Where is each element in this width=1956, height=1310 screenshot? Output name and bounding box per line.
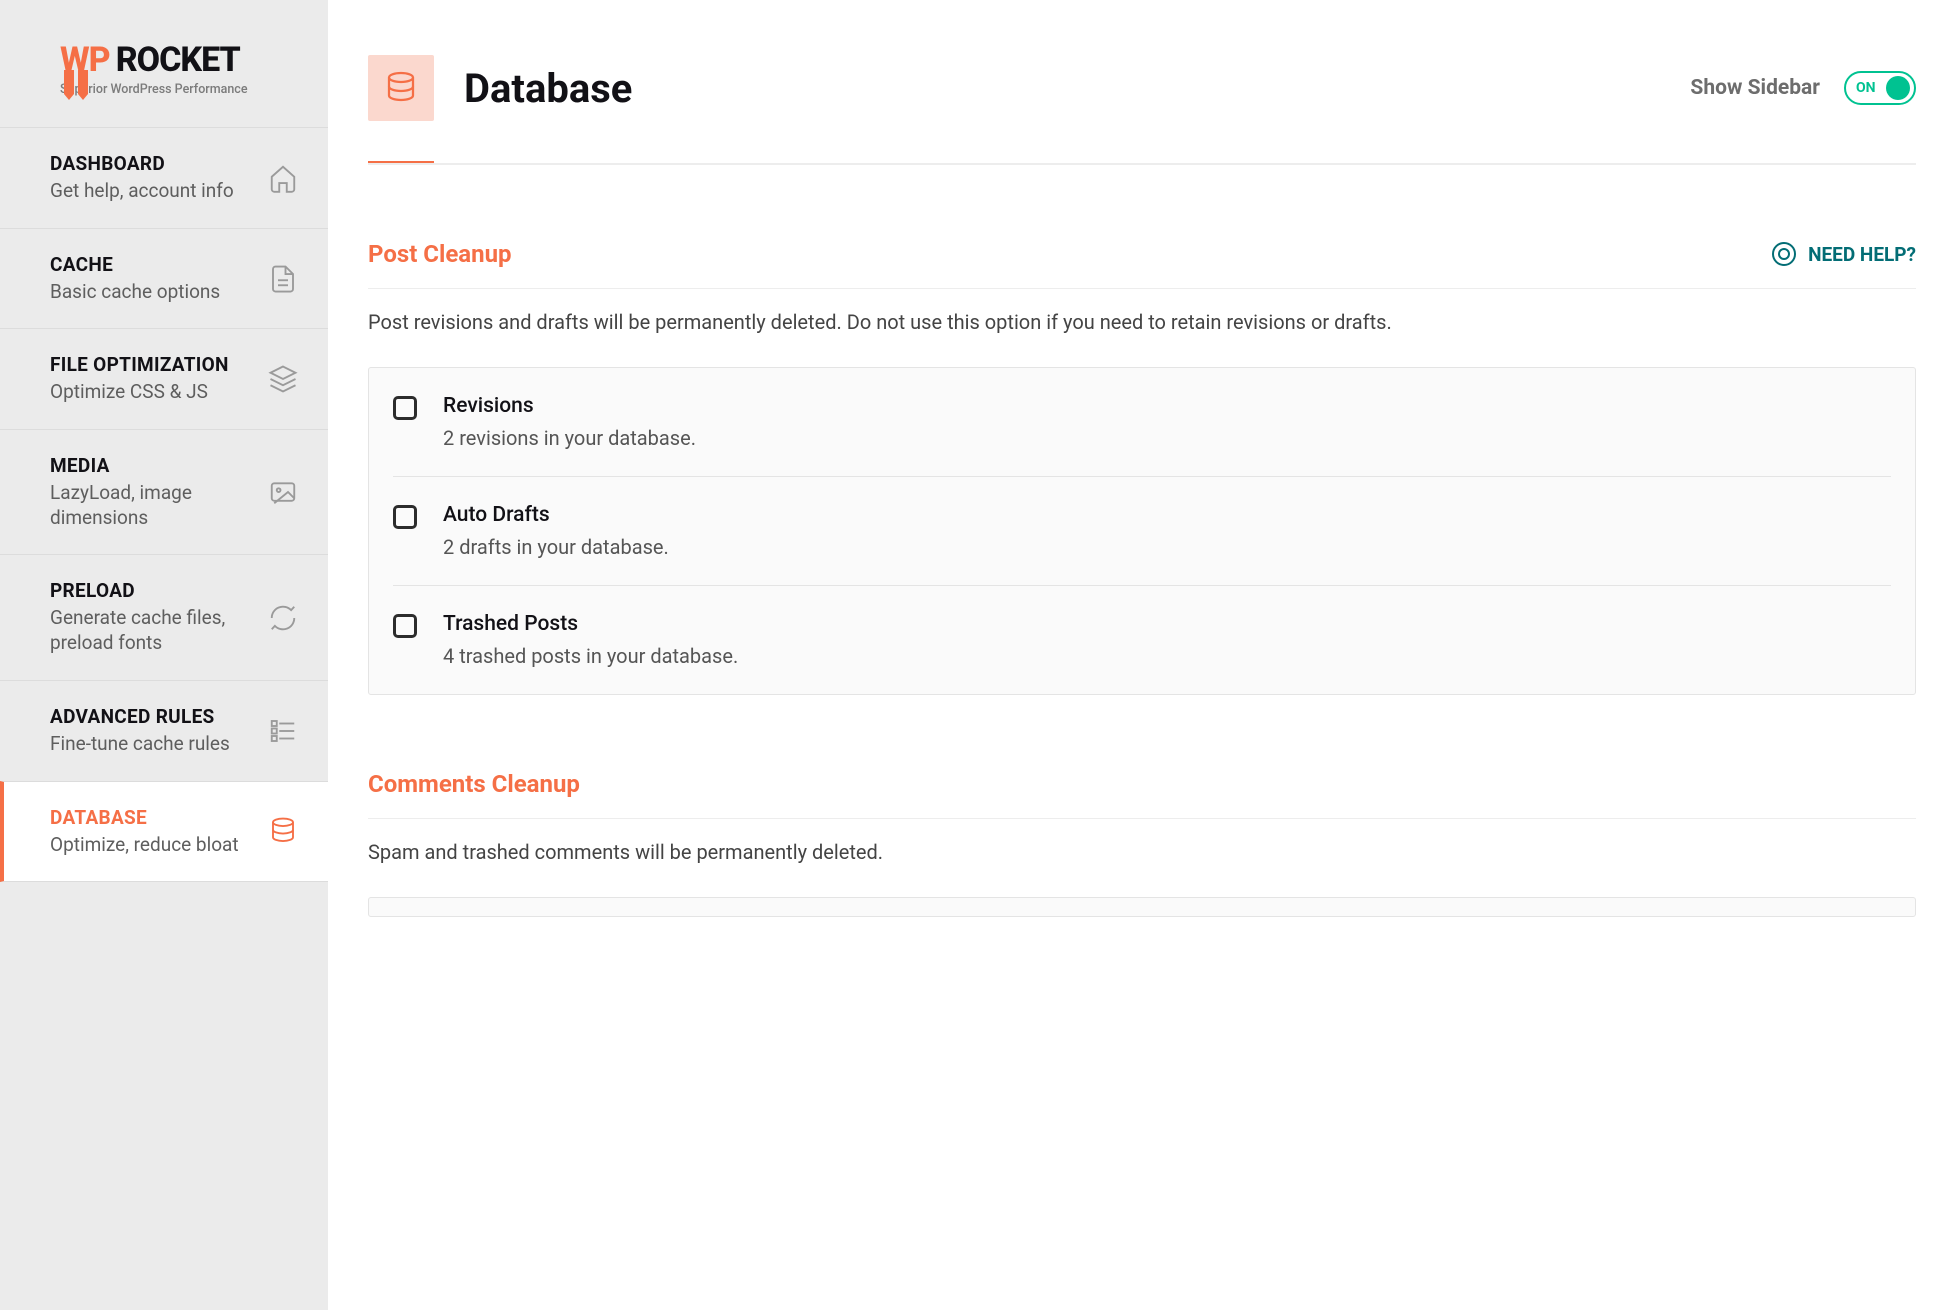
nav-desc: Basic cache options bbox=[50, 280, 220, 305]
sidebar-item-dashboard[interactable]: DASHBOARD Get help, account info bbox=[0, 127, 328, 228]
section-comments-cleanup: Comments Cleanup Spam and trashed commen… bbox=[368, 770, 1916, 917]
logo-rocket: ROCKET bbox=[116, 40, 240, 80]
need-help-label: NEED HELP? bbox=[1808, 243, 1916, 266]
sidebar: WP ROCKET Superior WordPress Performance… bbox=[0, 0, 328, 1310]
home-icon bbox=[268, 163, 298, 193]
nav-title: DASHBOARD bbox=[50, 152, 234, 175]
nav-title: CACHE bbox=[50, 253, 220, 276]
sidebar-item-preload[interactable]: PRELOAD Generate cache files, preload fo… bbox=[0, 554, 328, 679]
option-title: Revisions bbox=[443, 394, 1891, 418]
nav-desc: LazyLoad, image dimensions bbox=[50, 481, 240, 530]
section-title-post-cleanup: Post Cleanup bbox=[368, 240, 512, 268]
toggle-on-label: ON bbox=[1856, 80, 1876, 96]
sidebar-item-database[interactable]: DATABASE Optimize, reduce bloat bbox=[0, 781, 328, 883]
nav-title: MEDIA bbox=[50, 454, 240, 477]
database-icon-box bbox=[368, 55, 434, 121]
list-icon bbox=[268, 716, 298, 746]
nav-title: DATABASE bbox=[50, 806, 239, 829]
toggle-knob bbox=[1886, 76, 1910, 100]
image-icon bbox=[268, 477, 298, 507]
file-icon bbox=[268, 264, 298, 294]
option-title: Auto Drafts bbox=[443, 503, 1891, 527]
show-sidebar-label: Show Sidebar bbox=[1690, 76, 1820, 100]
database-icon bbox=[268, 816, 298, 846]
refresh-icon bbox=[268, 603, 298, 633]
checkbox-trashed-posts[interactable] bbox=[393, 614, 417, 638]
checkbox-revisions[interactable] bbox=[393, 396, 417, 420]
layers-icon bbox=[268, 364, 298, 394]
option-auto-drafts: Auto Drafts 2 drafts in your database. bbox=[393, 477, 1891, 586]
show-sidebar-toggle[interactable]: ON bbox=[1844, 71, 1916, 105]
option-desc: 2 drafts in your database. bbox=[443, 535, 1891, 559]
option-trashed-posts: Trashed Posts 4 trashed posts in your da… bbox=[393, 586, 1891, 694]
page-header: Database Show Sidebar ON bbox=[368, 55, 1916, 121]
section-post-cleanup: Post Cleanup NEED HELP? Post revisions a… bbox=[368, 240, 1916, 695]
option-title: Trashed Posts bbox=[443, 612, 1891, 636]
logo-tagline: Superior WordPress Performance bbox=[60, 82, 248, 97]
logo: WP ROCKET Superior WordPress Performance bbox=[0, 40, 328, 127]
nav-desc: Get help, account info bbox=[50, 179, 234, 204]
main-content: Database Show Sidebar ON Post Cleanup NE… bbox=[328, 0, 1956, 1310]
nav-desc: Optimize CSS & JS bbox=[50, 380, 229, 405]
nav-desc: Fine-tune cache rules bbox=[50, 732, 230, 757]
section-desc-comments-cleanup: Spam and trashed comments will be perman… bbox=[368, 837, 1916, 867]
help-icon bbox=[1772, 242, 1796, 266]
option-revisions: Revisions 2 revisions in your database. bbox=[393, 368, 1891, 477]
nav-title: PRELOAD bbox=[50, 579, 240, 602]
section-desc-post-cleanup: Post revisions and drafts will be perman… bbox=[368, 307, 1916, 337]
sidebar-item-file-optimization[interactable]: FILE OPTIMIZATION Optimize CSS & JS bbox=[0, 328, 328, 429]
sidebar-item-cache[interactable]: CACHE Basic cache options bbox=[0, 228, 328, 329]
need-help-button[interactable]: NEED HELP? bbox=[1772, 242, 1916, 266]
checkbox-auto-drafts[interactable] bbox=[393, 505, 417, 529]
sidebar-item-advanced-rules[interactable]: ADVANCED RULES Fine-tune cache rules bbox=[0, 680, 328, 781]
sidebar-item-media[interactable]: MEDIA LazyLoad, image dimensions bbox=[0, 429, 328, 554]
nav-title: FILE OPTIMIZATION bbox=[50, 353, 229, 376]
divider bbox=[368, 163, 1916, 165]
comments-cleanup-options bbox=[368, 897, 1916, 917]
nav-desc: Optimize, reduce bloat bbox=[50, 833, 239, 858]
nav-title: ADVANCED RULES bbox=[50, 705, 230, 728]
database-icon bbox=[383, 70, 419, 106]
logo-wp: WP bbox=[60, 40, 110, 80]
page-title: Database bbox=[464, 65, 632, 112]
option-desc: 2 revisions in your database. bbox=[443, 426, 1891, 450]
nav-desc: Generate cache files, preload fonts bbox=[50, 606, 240, 655]
section-title-comments-cleanup: Comments Cleanup bbox=[368, 770, 580, 798]
post-cleanup-options: Revisions 2 revisions in your database. … bbox=[368, 367, 1916, 695]
option-desc: 4 trashed posts in your database. bbox=[443, 644, 1891, 668]
